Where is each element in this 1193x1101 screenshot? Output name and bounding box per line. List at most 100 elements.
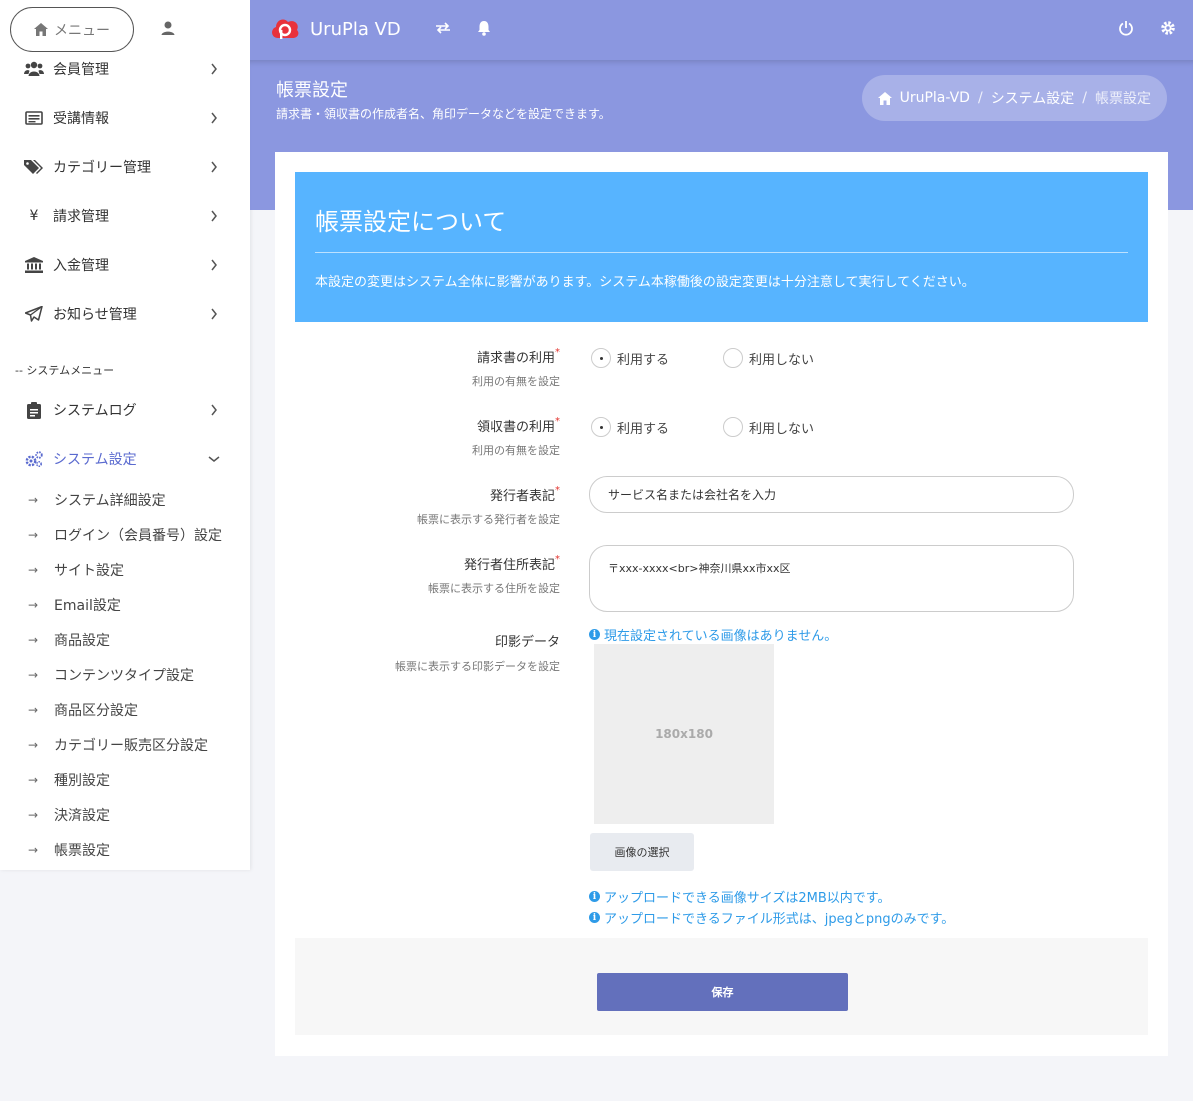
sidebar-subitem-type-settings[interactable]: → 種別設定 — [28, 770, 110, 790]
radio-circle[interactable] — [591, 417, 611, 437]
system-menu-section-label: -- システムメニュー — [15, 364, 115, 377]
sidebar-item-payments[interactable]: 入金管理 — [24, 254, 224, 276]
arrow-right-icon: → — [28, 633, 39, 647]
issuer-address-hint: 帳票に表示する住所を設定 — [428, 582, 560, 595]
radio-circle[interactable] — [723, 348, 743, 368]
sidebar-subitem-payment-settings[interactable]: → 決済設定 — [28, 805, 110, 825]
sidebar-subitem-form-settings[interactable]: → 帳票設定 — [28, 840, 110, 860]
breadcrumb-home[interactable]: UruPla-VD — [900, 90, 970, 106]
radio-label: 利用する — [617, 352, 670, 368]
transfer-icon[interactable] — [433, 18, 453, 38]
radio-label: 利用しない — [749, 421, 815, 437]
notice-body: 本設定の変更はシステム全体に影響があります。システム本稼働後の設定変更は十分注意… — [315, 275, 975, 290]
sidebar-item-label: システムログ — [53, 403, 137, 419]
sidebar-item-enrollment[interactable]: 受講情報 — [24, 107, 224, 129]
chevron-right-icon — [211, 210, 217, 222]
settings-card: 帳票設定について 本設定の変更はシステム全体に影響があります。システム本稼働後の… — [275, 152, 1168, 1056]
save-button[interactable]: 保存 — [597, 973, 848, 1011]
arrow-right-icon: → — [28, 563, 39, 577]
sidebar-item-system-log[interactable]: システムログ — [24, 399, 224, 421]
sidebar-subitem-system-detail[interactable]: → システム詳細設定 — [28, 490, 166, 510]
invoice-nouse-radio[interactable]: 利用しない — [723, 348, 814, 368]
notice-title: 帳票設定について — [315, 208, 507, 236]
brand[interactable]: UruPla VD — [270, 16, 401, 42]
issuer-hint: 帳票に表示する発行者を設定 — [417, 513, 560, 526]
sidebar-item-label: カテゴリー管理 — [53, 160, 151, 176]
sidebar-item-billing[interactable]: ¥ 請求管理 — [24, 205, 224, 227]
select-image-button[interactable]: 画像の選択 — [590, 833, 694, 871]
top-header: UruPla VD — [250, 0, 1193, 60]
issuer-input[interactable]: サービス名または会社名を入力 — [589, 476, 1074, 513]
receipt-use-radio[interactable]: 利用する — [591, 417, 669, 437]
sidebar-subitem-content-type-settings[interactable]: → コンテンツタイプ設定 — [28, 665, 194, 685]
receipt-nouse-radio[interactable]: 利用しない — [723, 417, 814, 437]
sidebar-item-system-settings[interactable]: システム設定 — [24, 448, 224, 470]
sidebar-subitem-label: Email設定 — [54, 598, 121, 614]
issuer-address-textarea[interactable]: 〒xxx-xxxx<br>神奈川県xx市xx区 — [589, 545, 1074, 612]
seal-image-placeholder: 180x180 — [594, 644, 774, 824]
sidebar-subitem-label: 帳票設定 — [54, 843, 110, 859]
size-note: i アップロードできる画像サイズは2MB以内です。 — [589, 887, 890, 906]
breadcrumb-separator: / — [1082, 90, 1087, 106]
yen-icon: ¥ — [29, 208, 39, 224]
notice-box: 帳票設定について 本設定の変更はシステム全体に影響があります。システム本稼働後の… — [295, 172, 1148, 322]
radio-circle[interactable] — [723, 417, 743, 437]
sidebar-subitem-product-division-settings[interactable]: → 商品区分設定 — [28, 700, 138, 720]
bank-icon — [24, 256, 44, 274]
seal-data-label: 印影データ — [494, 635, 560, 650]
clipboard-icon — [24, 401, 44, 419]
notice-divider — [315, 252, 1128, 253]
radio-circle[interactable] — [591, 348, 611, 368]
invoice-usage-label: 請求書の利用* — [476, 347, 560, 366]
gear-icon[interactable] — [1158, 18, 1178, 38]
info-icon: i — [589, 629, 600, 640]
sidebar-subitem-label: 決済設定 — [54, 808, 110, 824]
bell-icon[interactable] — [474, 18, 494, 38]
breadcrumb-system-settings[interactable]: システム設定 — [991, 88, 1075, 108]
sidebar-subitem-label: 種別設定 — [54, 773, 110, 789]
radio-label: 利用しない — [749, 352, 815, 368]
page-title: 帳票設定 — [276, 80, 348, 101]
sidebar-subitem-category-sales-settings[interactable]: → カテゴリー販売区分設定 — [28, 735, 208, 755]
sidebar-item-notices[interactable]: お知らせ管理 — [24, 303, 224, 325]
sidebar-subitem-label: コンテンツタイプ設定 — [54, 668, 194, 684]
users-icon — [24, 60, 44, 78]
arrow-right-icon: → — [28, 493, 39, 507]
issuer-label: 発行者表記* — [489, 485, 560, 504]
sidebar-item-label: 入金管理 — [53, 258, 109, 274]
arrow-right-icon: → — [28, 808, 39, 822]
radio-label: 利用する — [617, 421, 670, 437]
brand-logo-icon — [272, 19, 299, 39]
required-mark: * — [555, 485, 560, 496]
required-mark: * — [555, 347, 560, 358]
format-note: i アップロードできるファイル形式は、jpegとpngのみです。 — [589, 908, 954, 927]
sidebar-subitem-site-settings[interactable]: → サイト設定 — [28, 560, 124, 580]
sidebar-item-label: システム設定 — [53, 452, 137, 468]
sidebar-subitem-product-settings[interactable]: → 商品設定 — [28, 630, 110, 650]
cogs-icon — [24, 450, 44, 468]
sidebar-subitem-email-settings[interactable]: → Email設定 — [28, 595, 121, 615]
id-card-icon — [24, 109, 44, 127]
size-note-text: アップロードできる画像サイズは2MB以内です。 — [604, 891, 891, 906]
chevron-right-icon — [211, 308, 217, 320]
chevron-right-icon — [211, 404, 217, 416]
user-icon[interactable] — [160, 20, 176, 36]
arrow-right-icon: → — [28, 703, 39, 717]
chevron-down-icon — [208, 456, 220, 462]
sidebar-item-members[interactable]: 会員管理 — [24, 58, 224, 80]
sidebar: メニュー 会員管理 受講情報 カテゴリー管理 ¥ 請求管理 入金管理 お知らせ管… — [0, 0, 250, 870]
receipt-usage-label: 領収書の利用* — [476, 416, 560, 435]
sidebar-subitem-login-settings[interactable]: → ログイン（会員番号）設定 — [28, 525, 222, 545]
menu-button[interactable]: メニュー — [10, 7, 134, 52]
invoice-use-radio[interactable]: 利用する — [591, 348, 669, 368]
power-icon[interactable] — [1116, 18, 1136, 38]
sidebar-item-categories[interactable]: カテゴリー管理 — [24, 156, 224, 178]
brand-name: UruPla VD — [310, 18, 401, 40]
info-icon: i — [589, 912, 600, 923]
sidebar-subitem-label: 商品区分設定 — [54, 703, 138, 719]
no-image-text: 現在設定されている画像はありません。 — [604, 629, 838, 644]
format-note-text: アップロードできるファイル形式は、jpegとpngのみです。 — [604, 912, 955, 927]
arrow-right-icon: → — [28, 598, 39, 612]
home-icon — [877, 91, 892, 105]
arrow-right-icon: → — [28, 668, 39, 682]
